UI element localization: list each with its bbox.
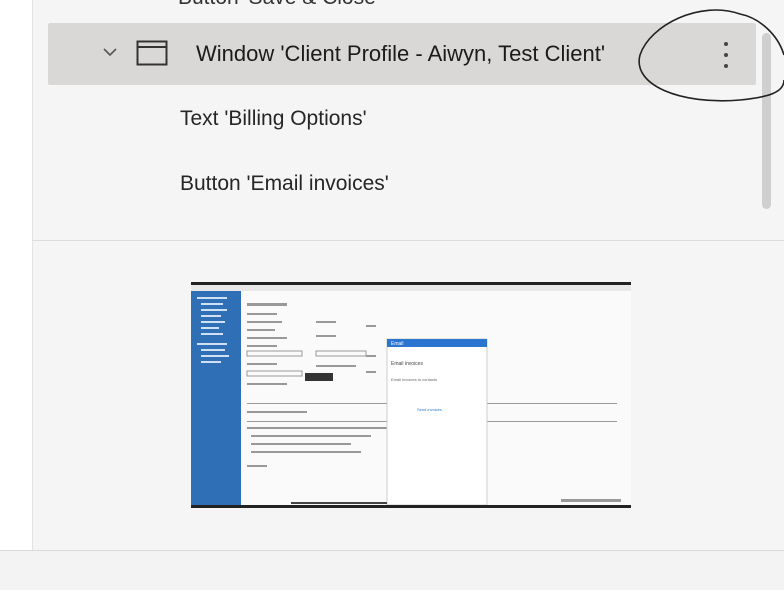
screenshot-preview-image: Email Email invoices Email invoices to c… bbox=[191, 285, 631, 505]
more-vertical-icon[interactable] bbox=[720, 39, 732, 71]
app-root: Button 'Save & Close' Window 'Client Pro… bbox=[0, 0, 784, 590]
chevron-down-icon[interactable] bbox=[100, 42, 120, 62]
tree-item-window-selected[interactable]: Window 'Client Profile - Aiwyn, Test Cli… bbox=[48, 23, 756, 85]
preview-popup-button: Send invoices bbox=[417, 407, 442, 412]
preview-popup-title: Email bbox=[391, 341, 404, 347]
scrollbar-thumb[interactable] bbox=[762, 33, 771, 209]
bottom-toolbar bbox=[0, 550, 784, 590]
tree-item-label: Window 'Client Profile - Aiwyn, Test Cli… bbox=[196, 41, 606, 66]
tree-item-billing-options[interactable]: Text 'Billing Options' bbox=[180, 107, 367, 131]
preview-popup-text: Email invoices to contacts bbox=[391, 377, 437, 382]
preview-popup-heading: Email invoices bbox=[391, 361, 423, 367]
tree-item-email-invoices[interactable]: Button 'Email invoices' bbox=[180, 172, 389, 196]
tree-item-partial[interactable]: Button 'Save & Close' bbox=[178, 0, 380, 10]
screenshot-preview: Email Email invoices Email invoices to c… bbox=[191, 282, 631, 508]
section-divider bbox=[33, 240, 784, 241]
window-icon bbox=[136, 40, 168, 66]
